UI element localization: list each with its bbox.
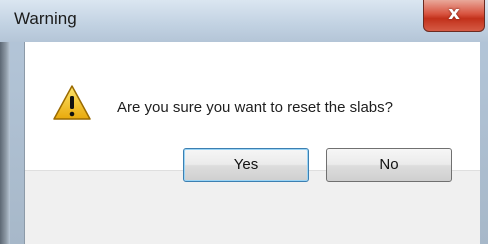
yes-button-label: Yes <box>233 156 259 173</box>
title-bar[interactable]: Warning x <box>0 0 488 42</box>
close-icon: x <box>448 3 460 24</box>
warning-icon <box>53 85 91 120</box>
dialog-message: Are you sure you want to reset the slabs… <box>117 99 393 116</box>
yes-button[interactable]: Yes <box>183 148 309 182</box>
close-button[interactable]: x <box>423 0 485 32</box>
window-title: Warning <box>14 9 77 28</box>
dialog-content: Are you sure you want to reset the slabs… <box>24 42 480 244</box>
no-button[interactable]: No <box>326 148 452 182</box>
no-button-label: No <box>379 156 399 173</box>
dialog-window: Warning x Are you sure you want to reset… <box>0 0 488 244</box>
